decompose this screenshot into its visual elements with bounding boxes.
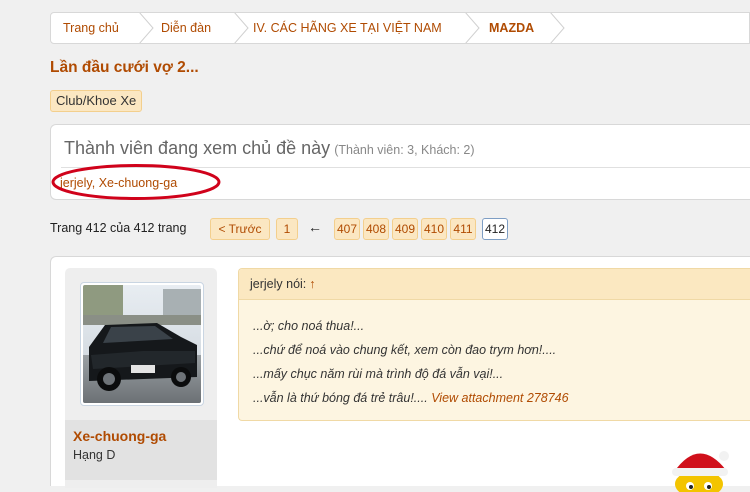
quote-header: jerjely nói: ↑	[239, 269, 750, 300]
page-link[interactable]: 411	[450, 218, 476, 240]
page-link[interactable]: 407	[334, 218, 360, 240]
annotation-circle	[51, 164, 221, 200]
post-author-rank: Hạng D	[73, 448, 116, 462]
breadcrumb-category[interactable]: IV. CÁC HÃNG XE TẠI VIỆT NAM	[253, 13, 442, 43]
page-link[interactable]: 410	[421, 218, 447, 240]
breadcrumb-current[interactable]: MAZDA	[489, 13, 534, 43]
avatar[interactable]	[83, 285, 201, 403]
breadcrumb: Trang chủ Diễn đàn IV. CÁC HÃNG XE TẠI V…	[50, 12, 750, 44]
attachment-link[interactable]: View attachment 278746	[431, 391, 568, 405]
santa-hat-emoticon-icon	[672, 451, 729, 492]
page-link[interactable]: 408	[363, 218, 389, 240]
quote-author[interactable]: jerjely nói:	[250, 277, 306, 291]
page-link-first[interactable]: 1	[276, 218, 298, 240]
quote-author-line: jerjely nói: ↑	[250, 277, 316, 291]
post-author-name[interactable]: Xe-chuong-ga	[73, 428, 166, 444]
quote-text-line: ...chứ để noá vào chung kết, xem còn đao…	[253, 343, 557, 357]
viewers-heading: Thành viên đang xem chủ đề này (Thành viê…	[64, 138, 475, 159]
breadcrumb-forums[interactable]: Diễn đàn	[161, 13, 211, 43]
thread-prefix-tag[interactable]: Club/Khoe Xe	[50, 90, 143, 112]
avatar-frame	[80, 282, 204, 406]
post: Xe-chuong-ga Hạng D jerjely nói: ↑ ...ờ; …	[50, 256, 750, 492]
page-title: Lần đầu cưới vợ 2...	[50, 59, 199, 76]
car-photo-icon	[83, 285, 201, 403]
quote-up-arrow-icon[interactable]: ↑	[309, 277, 315, 291]
left-arrow-icon[interactable]: ←	[308, 219, 322, 235]
quote-block: jerjely nói: ↑ ...ờ; cho noá thua!... ...…	[238, 268, 750, 421]
page-count-label: Trang 412 của 412 trang	[50, 221, 187, 235]
quote-text: ...vẫn là thứ bóng đá trẻ trâu!....	[253, 391, 428, 405]
user-card: Xe-chuong-ga Hạng D	[65, 268, 217, 488]
page-link-current: 412	[482, 218, 508, 240]
page-link[interactable]: 409	[392, 218, 418, 240]
prev-page-button[interactable]: < Trước	[210, 218, 270, 240]
quote-text-line: ...mấy chục năm rùi mà trình độ đá vẫn v…	[253, 367, 504, 381]
quote-text-line: ...ờ; cho noá thua!...	[253, 319, 365, 333]
viewers-title: Thành viên đang xem chủ đề này	[64, 138, 331, 158]
breadcrumb-home[interactable]: Trang chủ	[63, 13, 119, 43]
viewers-count: (Thành viên: 3, Khách: 2)	[334, 143, 475, 157]
breadcrumb-chevron-icon	[550, 13, 565, 43]
quote-text-line: ...vẫn là thứ bóng đá trẻ trâu!.... View…	[253, 391, 569, 405]
